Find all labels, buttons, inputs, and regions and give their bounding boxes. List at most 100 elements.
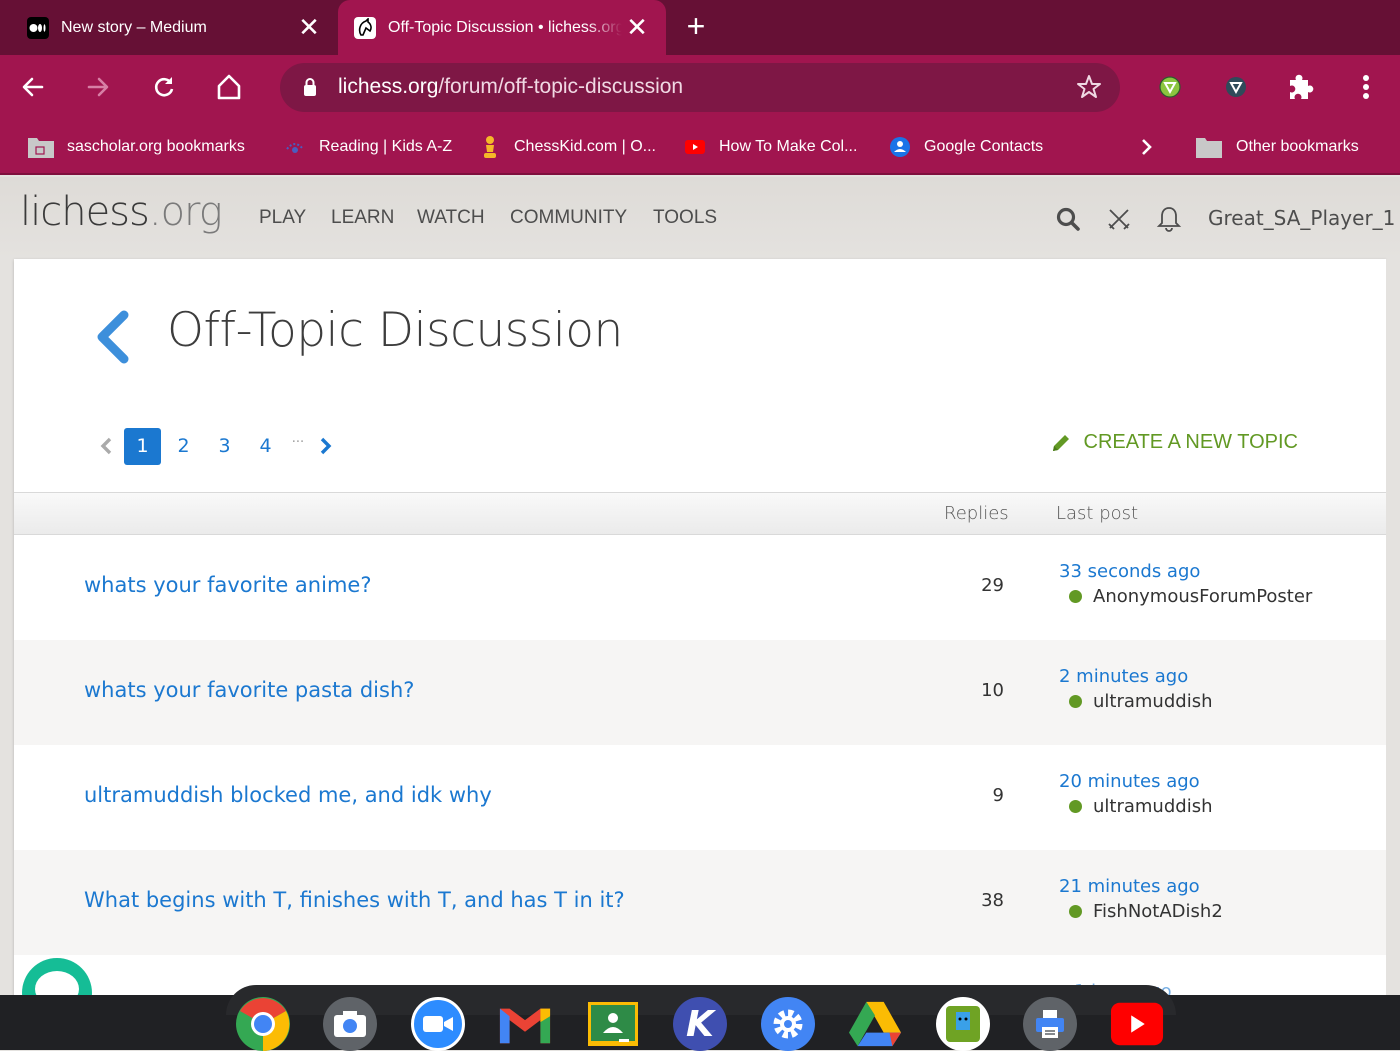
- bookmark-star-icon[interactable]: [1076, 74, 1102, 104]
- medium-icon: [27, 16, 49, 39]
- page-1[interactable]: 1: [124, 427, 161, 465]
- nav-learn[interactable]: LEARN: [331, 207, 394, 229]
- bell-icon[interactable]: [1154, 204, 1184, 234]
- chrome-app-icon[interactable]: [236, 997, 290, 1051]
- site-header: lichess.org PLAY LEARN WATCH COMMUNITY T…: [0, 177, 1400, 259]
- folder-icon: [1194, 135, 1224, 159]
- topic-row: whats your favorite anime? 29 33 seconds…: [14, 535, 1386, 640]
- nav-play[interactable]: PLAY: [259, 207, 306, 229]
- last-post-column-header: Last post: [1056, 503, 1139, 524]
- home-icon: [217, 74, 241, 100]
- user-menu[interactable]: Great_SA_Player_1: [1208, 206, 1395, 230]
- last-post-user[interactable]: AnonymousForumPoster: [1069, 586, 1312, 607]
- online-indicator-icon: [1069, 905, 1082, 918]
- bookmark-google-contacts[interactable]: Google Contacts: [888, 132, 1043, 162]
- page-scrollbar[interactable]: [1386, 259, 1400, 999]
- next-page-button[interactable]: [312, 428, 340, 465]
- nav-watch[interactable]: WATCH: [417, 207, 485, 229]
- topic-link[interactable]: What begins with T, finishes with T, and…: [84, 888, 625, 912]
- extension-green-shield[interactable]: [1152, 69, 1188, 105]
- forward-button[interactable]: [80, 69, 116, 105]
- reload-icon: [154, 77, 174, 97]
- bookmark-chesskid[interactable]: ChessKid.com | O...: [478, 132, 656, 162]
- last-post-time[interactable]: 20 minutes ago: [1059, 771, 1200, 792]
- arrow-right-icon: [87, 77, 109, 97]
- settings-app-icon[interactable]: [761, 997, 815, 1051]
- replies-column-header: Replies: [944, 503, 1009, 524]
- online-indicator-icon: [1069, 695, 1082, 708]
- page-title: Off-Topic Discussion: [167, 303, 623, 358]
- extensions-button[interactable]: [1283, 69, 1319, 105]
- topic-link[interactable]: whats your favorite pasta dish?: [84, 678, 414, 702]
- address-bar[interactable]: lichess.org/forum/off-topic-discussion: [280, 63, 1120, 112]
- tab-lichess[interactable]: Off-Topic Discussion • lichess.org ✕: [338, 0, 666, 55]
- home-button[interactable]: [211, 69, 247, 105]
- site-logo[interactable]: lichess.org: [20, 189, 223, 235]
- create-topic-button[interactable]: CREATE A NEW TOPIC: [1050, 431, 1298, 454]
- zoom-app-icon[interactable]: [411, 997, 465, 1051]
- tab-title: New story – Medium: [61, 18, 207, 36]
- nav-community[interactable]: COMMUNITY: [510, 207, 627, 229]
- chevron-left-icon: [97, 310, 129, 364]
- shield-icon: [1226, 77, 1246, 97]
- previous-page-button: [92, 428, 120, 465]
- pagination: 1 2 3 4 ···: [92, 427, 344, 465]
- classroom-app-icon[interactable]: [586, 997, 640, 1051]
- last-post-user[interactable]: ultramuddish: [1069, 796, 1212, 817]
- folder-icon: [27, 135, 55, 159]
- bookmark-how-to-make[interactable]: How To Make Col...: [683, 132, 857, 162]
- page-2[interactable]: 2: [165, 428, 202, 465]
- youtube-app-icon[interactable]: [1110, 997, 1164, 1051]
- topics-table-header: Replies Last post: [14, 492, 1386, 535]
- reply-count: 29: [981, 575, 1004, 596]
- page-4[interactable]: 4: [247, 428, 284, 465]
- chevron-left-icon: [100, 437, 112, 455]
- topic-row: whats your favorite pasta dish? 10 2 min…: [14, 640, 1386, 745]
- topic-row: ultramuddish blocked me, and idk why 9 2…: [14, 745, 1386, 850]
- pencil-icon: [1052, 434, 1069, 451]
- browser-toolbar: lichess.org/forum/off-topic-discussion: [0, 55, 1400, 120]
- reading-app-icon[interactable]: [936, 997, 990, 1051]
- url-text[interactable]: lichess.org/forum/off-topic-discussion: [338, 75, 683, 99]
- bookmarks-bar: sascholar.org bookmarks Reading | Kids A…: [0, 120, 1400, 175]
- bookmark-sascholar[interactable]: sascholar.org bookmarks: [27, 132, 245, 162]
- puzzle-icon: [1290, 74, 1314, 99]
- print-app-icon[interactable]: [1023, 997, 1077, 1051]
- topic-link[interactable]: ultramuddish blocked me, and idk why: [84, 783, 492, 807]
- close-tab-icon[interactable]: ✕: [622, 12, 652, 43]
- last-post-time[interactable]: 33 seconds ago: [1059, 561, 1200, 582]
- other-bookmarks[interactable]: Other bookmarks: [1194, 132, 1359, 162]
- last-post-user[interactable]: ultramuddish: [1069, 691, 1212, 712]
- new-tab-button[interactable]: +: [680, 8, 712, 44]
- reading-kids-icon: [283, 135, 307, 159]
- chevron-right-icon: [1142, 139, 1152, 155]
- reload-button[interactable]: [146, 69, 182, 105]
- page-3[interactable]: 3: [206, 428, 243, 465]
- back-button[interactable]: [15, 69, 51, 105]
- gmail-app-icon[interactable]: [498, 997, 552, 1051]
- reply-count: 10: [981, 680, 1004, 701]
- tab-title: Off-Topic Discussion • lichess.org: [388, 18, 622, 36]
- search-icon[interactable]: [1053, 204, 1083, 234]
- back-to-forum-button[interactable]: [94, 309, 134, 365]
- online-indicator-icon: [1069, 590, 1082, 603]
- crossed-swords-icon[interactable]: [1104, 204, 1134, 234]
- browser-tab-strip: New story – Medium ✕ Off-Topic Discussio…: [0, 0, 1400, 55]
- camera-app-icon[interactable]: [323, 997, 377, 1051]
- drive-app-icon[interactable]: [848, 997, 902, 1051]
- kahoot-app-icon[interactable]: K: [673, 997, 727, 1051]
- close-tab-icon[interactable]: ✕: [294, 12, 324, 43]
- tab-medium[interactable]: New story – Medium ✕: [0, 0, 338, 55]
- topic-link[interactable]: whats your favorite anime?: [84, 573, 371, 597]
- reply-count: 38: [981, 890, 1004, 911]
- extension-dark-shield[interactable]: [1218, 69, 1254, 105]
- browser-menu-button[interactable]: [1348, 69, 1384, 105]
- last-post-time[interactable]: 21 minutes ago: [1059, 876, 1200, 897]
- lock-icon: [302, 77, 318, 101]
- bookmark-reading-kids[interactable]: Reading | Kids A-Z: [283, 132, 452, 162]
- nav-tools[interactable]: TOOLS: [653, 207, 717, 229]
- bookmarks-overflow-button[interactable]: [1136, 132, 1156, 162]
- contacts-icon: [888, 135, 912, 159]
- last-post-user[interactable]: FishNotADish2: [1069, 901, 1223, 922]
- last-post-time[interactable]: 2 minutes ago: [1059, 666, 1188, 687]
